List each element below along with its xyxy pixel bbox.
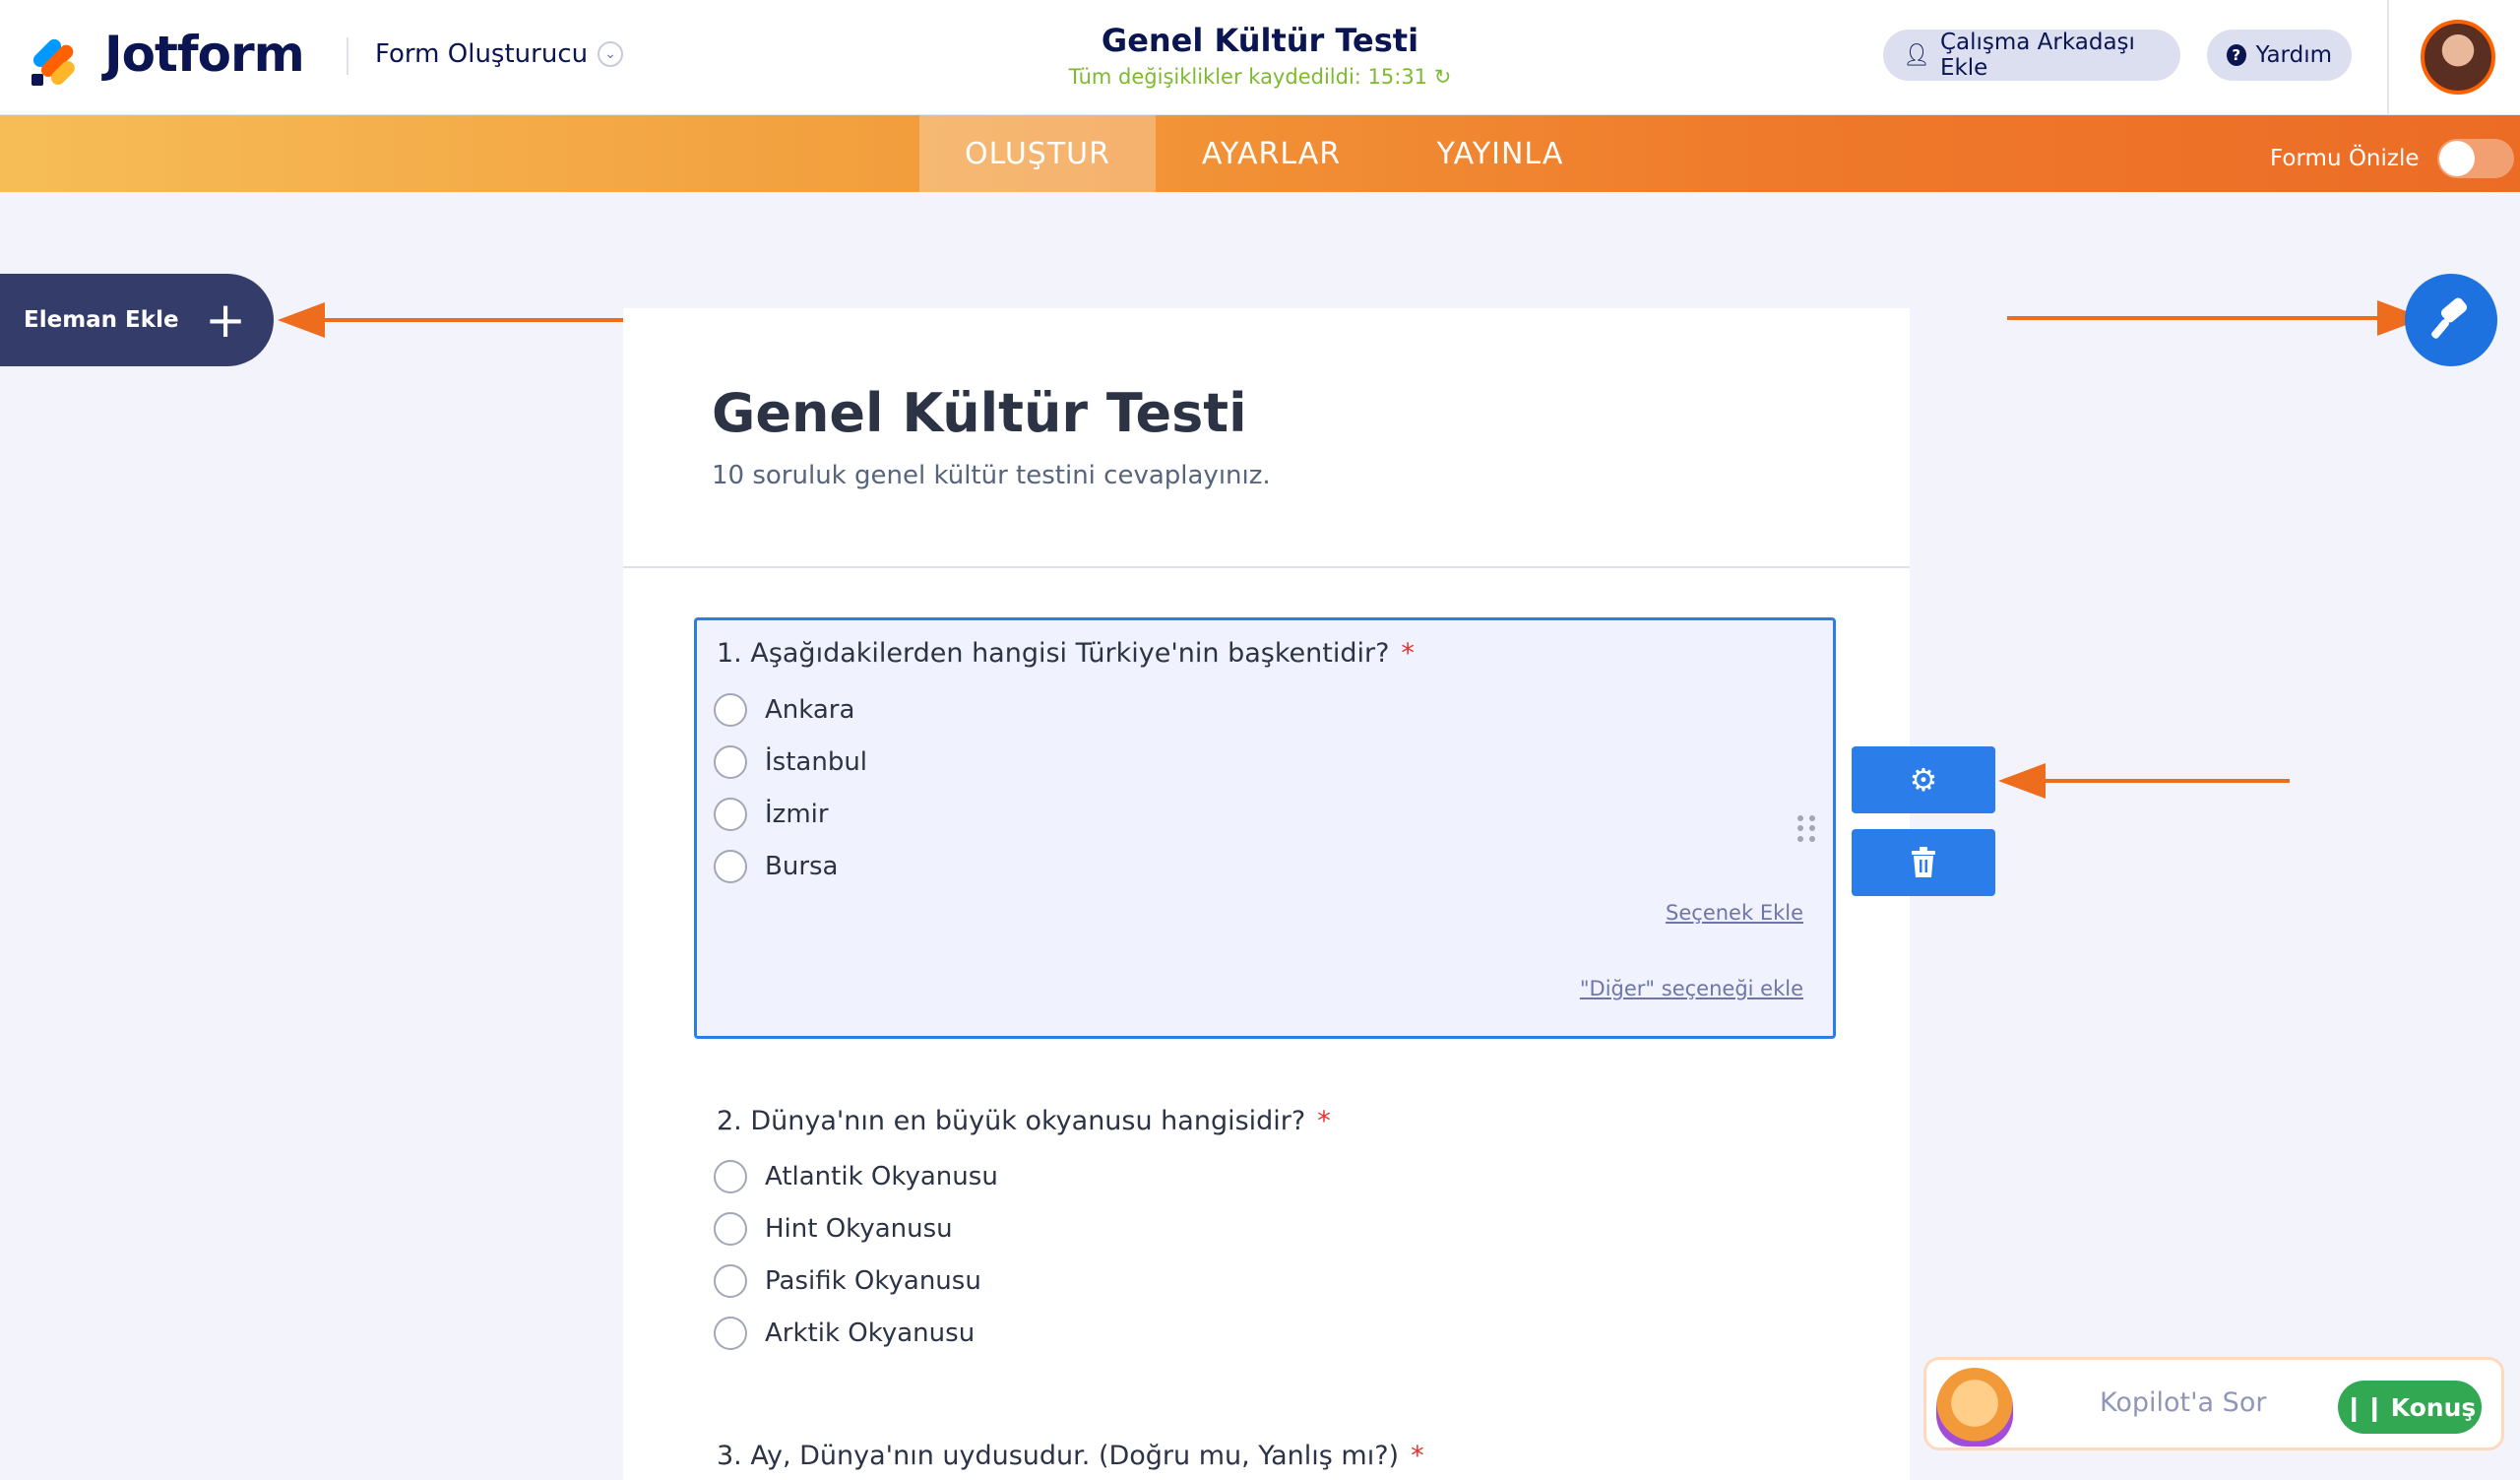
radio-option[interactable]: Ankara bbox=[714, 693, 854, 727]
radio-button[interactable] bbox=[714, 745, 747, 779]
question-1[interactable]: 1. Aşağıdakilerden hangisi Türkiye'nin b… bbox=[694, 617, 1836, 1039]
add-element-button[interactable]: Eleman Ekle + bbox=[0, 274, 274, 366]
radio-button[interactable] bbox=[714, 798, 747, 831]
radio-button[interactable] bbox=[714, 1160, 747, 1193]
option-label: Ankara bbox=[765, 695, 855, 725]
top-header: Jotform Form Oluşturucu ⌄ Genel Kültür T… bbox=[0, 0, 2520, 115]
tab-publish[interactable]: YAYINLA bbox=[1387, 115, 1613, 192]
question-text: 3. Ay, Dünya'nın uydusudur. (Doğru mu, Y… bbox=[717, 1441, 1400, 1471]
required-marker: * bbox=[1401, 638, 1415, 669]
help-icon: ? bbox=[2227, 44, 2246, 66]
option-label: İzmir bbox=[765, 800, 829, 829]
copilot-avatar bbox=[1936, 1368, 2013, 1447]
plus-icon: + bbox=[205, 291, 246, 349]
radio-button[interactable] bbox=[714, 1264, 747, 1298]
toggle-knob bbox=[2438, 141, 2475, 176]
preview-toggle[interactable] bbox=[2436, 139, 2514, 178]
paint-roller-icon bbox=[2431, 297, 2468, 339]
radio-button[interactable] bbox=[714, 1317, 747, 1350]
trash-icon bbox=[1912, 847, 1935, 877]
question-label: 2. Dünya'nın en büyük okyanusu hangisidi… bbox=[717, 1106, 1331, 1136]
refresh-icon: ↻ bbox=[1433, 65, 1452, 89]
option-label: Bursa bbox=[765, 852, 839, 881]
add-element-label: Eleman Ekle bbox=[24, 307, 179, 333]
question-3[interactable]: 3. Ay, Dünya'nın uydusudur. (Doğru mu, Y… bbox=[694, 1421, 1836, 1480]
question-text: 2. Dünya'nın en büyük okyanusu hangisidi… bbox=[717, 1106, 1306, 1136]
radio-option[interactable]: Arktik Okyanusu bbox=[714, 1317, 975, 1350]
tab-create[interactable]: OLUŞTUR bbox=[919, 115, 1156, 192]
gear-icon: ⚙ bbox=[1909, 761, 1938, 799]
question-text: 1. Aşağıdakilerden hangisi Türkiye'nin b… bbox=[717, 638, 1390, 669]
question-label: 3. Ay, Dünya'nın uydusudur. (Doğru mu, Y… bbox=[717, 1441, 1424, 1471]
radio-option[interactable]: İstanbul bbox=[714, 745, 867, 779]
required-marker: * bbox=[1317, 1106, 1331, 1136]
invite-label: Çalışma Arkadaşı Ekle bbox=[1939, 30, 2135, 81]
preview-label: Formu Önizle bbox=[2270, 146, 2420, 171]
radio-button[interactable] bbox=[714, 1212, 747, 1246]
question-settings-button[interactable]: ⚙ bbox=[1852, 746, 1995, 813]
save-status-text: Tüm değişiklikler kaydedildi: 15:31 bbox=[1068, 65, 1428, 89]
form-header[interactable]: Genel Kültür Testi 10 soruluk genel kült… bbox=[623, 308, 1910, 568]
question-2[interactable]: 2. Dünya'nın en büyük okyanusu hangisidi… bbox=[694, 1086, 1836, 1401]
radio-option[interactable]: Hint Okyanusu bbox=[714, 1212, 953, 1246]
required-marker: * bbox=[1411, 1441, 1424, 1471]
radio-button[interactable] bbox=[714, 693, 747, 727]
invite-collaborator-button[interactable]: 👤︎ Çalışma Arkadaşı Ekle bbox=[1883, 30, 2180, 81]
option-label: Hint Okyanusu bbox=[765, 1214, 953, 1244]
add-other-option-link[interactable]: "Diğer" seçeneği ekle bbox=[1580, 977, 1803, 1000]
copilot-prompt[interactable]: Kopilot'a Sor bbox=[2100, 1387, 2266, 1418]
radio-button[interactable] bbox=[714, 850, 747, 883]
help-label: Yardım bbox=[2255, 42, 2332, 68]
help-button[interactable]: ? Yardım bbox=[2207, 30, 2352, 81]
annotation-arrow-settings bbox=[1998, 763, 2290, 799]
copilot-widget[interactable]: Kopilot'a Sor ❙❙ Konuş bbox=[1923, 1357, 2504, 1450]
form-heading: Genel Kültür Testi bbox=[712, 382, 1247, 444]
tab-settings[interactable]: AYARLAR bbox=[1156, 115, 1387, 192]
drag-handle-icon[interactable] bbox=[1797, 815, 1815, 843]
option-label: Pasifik Okyanusu bbox=[765, 1266, 981, 1296]
radio-option[interactable]: Bursa bbox=[714, 850, 838, 883]
form-designer-button[interactable] bbox=[2405, 274, 2497, 366]
option-label: İstanbul bbox=[765, 747, 868, 777]
question-label: 1. Aşağıdakilerden hangisi Türkiye'nin b… bbox=[717, 638, 1415, 669]
form-preview: Formu Önizle bbox=[2270, 139, 2514, 178]
user-icon: 👤︎ bbox=[1903, 42, 1930, 68]
delete-question-button[interactable] bbox=[1852, 829, 1995, 896]
option-label: Arktik Okyanusu bbox=[765, 1319, 976, 1348]
builder-nav: OLUŞTUR AYARLAR YAYINLA Formu Önizle bbox=[0, 115, 2520, 192]
header-divider-right bbox=[2387, 0, 2389, 115]
annotation-arrow-right bbox=[2007, 300, 2425, 336]
voice-icon: ❙❙ bbox=[2343, 1392, 2385, 1422]
annotation-arrow-left bbox=[278, 302, 626, 338]
option-label: Atlantik Okyanusu bbox=[765, 1162, 998, 1191]
form-subheading: 10 soruluk genel kültür testini cevaplay… bbox=[712, 461, 1271, 490]
speak-label: Konuş bbox=[2390, 1392, 2477, 1422]
add-option-link[interactable]: Seçenek Ekle bbox=[1666, 901, 1803, 925]
avatar[interactable] bbox=[2421, 20, 2495, 95]
radio-option[interactable]: İzmir bbox=[714, 798, 829, 831]
form-card: Genel Kültür Testi 10 soruluk genel kült… bbox=[623, 308, 1910, 1480]
radio-option[interactable]: Pasifik Okyanusu bbox=[714, 1264, 981, 1298]
speak-button[interactable]: ❙❙ Konuş bbox=[2338, 1381, 2482, 1434]
radio-option[interactable]: Atlantik Okyanusu bbox=[714, 1160, 998, 1193]
